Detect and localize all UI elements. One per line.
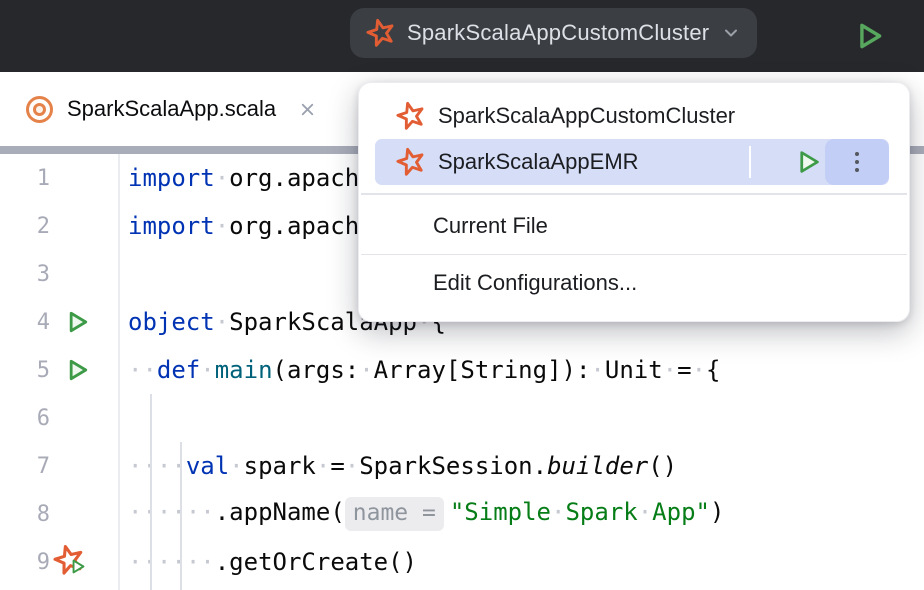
- menu-item-edit-configurations[interactable]: Edit Configurations...: [359, 260, 909, 306]
- close-icon[interactable]: [298, 100, 317, 119]
- line-number: 4: [0, 310, 50, 335]
- code-line[interactable]: 5 ··def·main(args:·Array[String]):·Unit·=…: [0, 346, 924, 394]
- line-number: 6: [0, 406, 50, 431]
- line-number: 1: [0, 166, 50, 191]
- code-line[interactable]: 6: [0, 394, 924, 442]
- gutter: [50, 154, 118, 202]
- code-text: ······.appName(name ="Simple·Spark·App"): [118, 497, 724, 531]
- run-configuration-name: SparkScalaAppCustomCluster: [407, 20, 709, 46]
- menu-item-sparkscalaappemr[interactable]: SparkScalaAppEMR: [375, 139, 889, 185]
- menu-item-sparkscalaappcustomcluster[interactable]: SparkScalaAppCustomCluster: [359, 93, 909, 139]
- code-text: ······.getOrCreate(): [118, 548, 417, 576]
- play-icon: [852, 19, 886, 53]
- tab-filename: SparkScalaApp.scala: [67, 96, 276, 122]
- run-button[interactable]: [850, 17, 888, 55]
- play-icon: [68, 557, 87, 576]
- code-line[interactable]: 8 ······.appName(name ="Simple·Spark·App"…: [0, 490, 924, 538]
- run-gutter-button[interactable]: [50, 298, 118, 346]
- run-configuration-selector[interactable]: SparkScalaAppCustomCluster: [350, 8, 757, 58]
- gutter: [50, 250, 118, 298]
- action-divider: [749, 146, 751, 178]
- line-number: 7: [0, 454, 50, 479]
- line-number: 3: [0, 262, 50, 287]
- spark-star-icon: [366, 18, 396, 48]
- menu-item-current-file[interactable]: Current File: [359, 203, 909, 249]
- gutter: [50, 202, 118, 250]
- menu-separator: [361, 254, 907, 256]
- code-text: ····val·spark·=·SparkSession.builder(): [118, 452, 677, 480]
- chevron-down-icon: [719, 21, 743, 45]
- gutter: [50, 442, 118, 490]
- spark-star-icon: [396, 101, 426, 131]
- menu-item-label: Current File: [433, 213, 548, 239]
- line-number: 9: [0, 550, 50, 575]
- more-actions-button[interactable]: [825, 139, 889, 185]
- play-icon: [63, 356, 91, 384]
- tab-sparkscalaapp[interactable]: SparkScalaApp.scala: [26, 72, 317, 146]
- code-line[interactable]: 7 ····val·spark·=·SparkSession.builder(): [0, 442, 924, 490]
- run-gutter-button[interactable]: [50, 346, 118, 394]
- play-icon: [63, 308, 91, 336]
- code-text: ··def·main(args:·Array[String]):·Unit·=·…: [118, 356, 720, 384]
- play-icon: [793, 147, 823, 177]
- indent-guide: [180, 442, 182, 590]
- gutter: [50, 394, 118, 442]
- gutter: [50, 490, 118, 538]
- run-emr-button[interactable]: [793, 147, 823, 177]
- code-line[interactable]: 9 ······.getOrCreate(): [0, 538, 924, 586]
- scala-object-icon: [26, 96, 53, 123]
- indent-guide: [150, 394, 152, 590]
- menu-item-label: Edit Configurations...: [433, 270, 637, 296]
- code-text: import·org.apache: [118, 164, 374, 192]
- line-number: 2: [0, 214, 50, 239]
- menu-item-label: SparkScalaAppEMR: [438, 149, 639, 175]
- parameter-hint-inlay: name =: [345, 497, 444, 531]
- ide-window: 1import·org.apache2import·org.apache34ob…: [0, 0, 924, 590]
- line-number: 8: [0, 502, 50, 527]
- run-configurations-popup: SparkScalaAppCustomCluster SparkScalaApp…: [358, 82, 910, 322]
- spark-star-icon: [396, 147, 426, 177]
- spark-run-gutter-button[interactable]: [50, 538, 118, 586]
- menu-separator: [361, 193, 907, 195]
- line-number: 5: [0, 358, 50, 383]
- menu-item-label: SparkScalaAppCustomCluster: [438, 103, 735, 129]
- main-toolbar: SparkScalaAppCustomCluster: [0, 0, 924, 72]
- code-text: import·org.apache: [118, 212, 374, 240]
